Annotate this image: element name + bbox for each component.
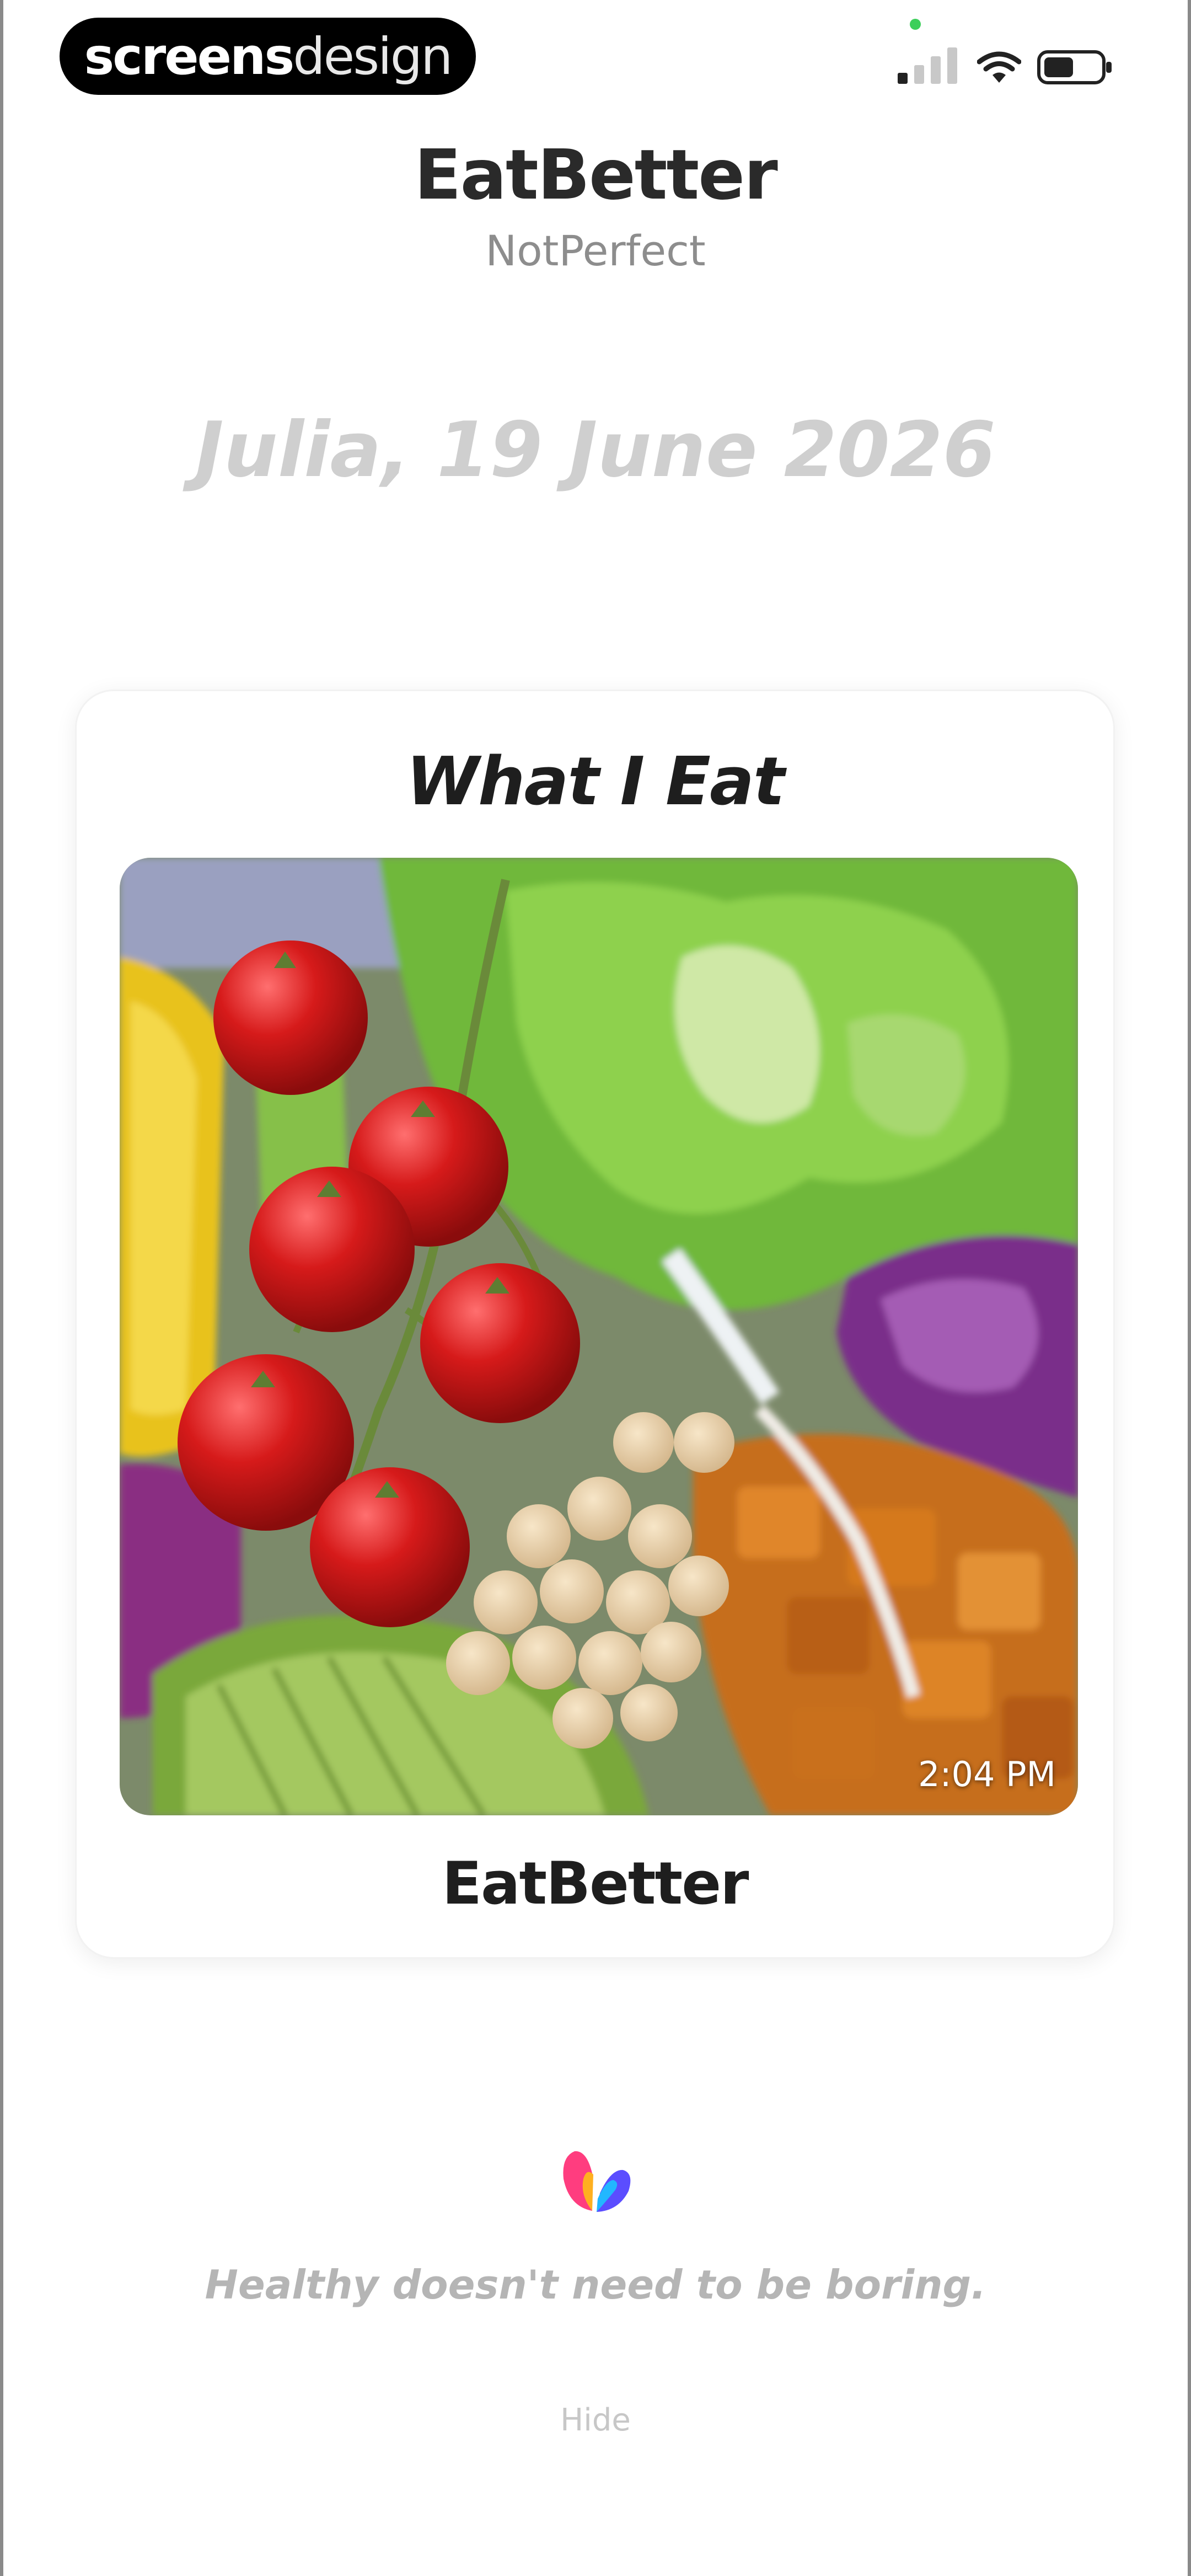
signal-icon [898, 47, 957, 84]
screensdesign-badge: screens design [60, 18, 476, 95]
hide-button[interactable]: Hide [0, 2402, 1191, 2438]
privacy-indicator-dot [910, 19, 921, 30]
wifi-icon [977, 51, 1021, 83]
salad-bowl-image [120, 858, 1078, 1815]
tagline: Healthy doesn't need to be boring. [205, 2262, 986, 2308]
brand-bold-text: screens [84, 26, 295, 86]
app-title: EatBetter [414, 135, 777, 215]
app-subtitle: NotPerfect [485, 226, 706, 275]
date-line: Julia, 19 June 2026 [195, 405, 996, 494]
butterfly-logo-icon [563, 2151, 631, 2212]
battery-icon [1037, 50, 1112, 84]
card-title: What I Eat [406, 744, 785, 820]
brand-light-text: design [293, 26, 453, 86]
photo-timestamp: 2:04 PM [918, 1754, 1056, 1794]
card-footer-brand: EatBetter [442, 1850, 749, 1917]
meal-card[interactable]: What I Eat 2:04 PM EatBetter [75, 690, 1115, 1959]
meal-photo[interactable]: 2:04 PM [120, 858, 1078, 1815]
